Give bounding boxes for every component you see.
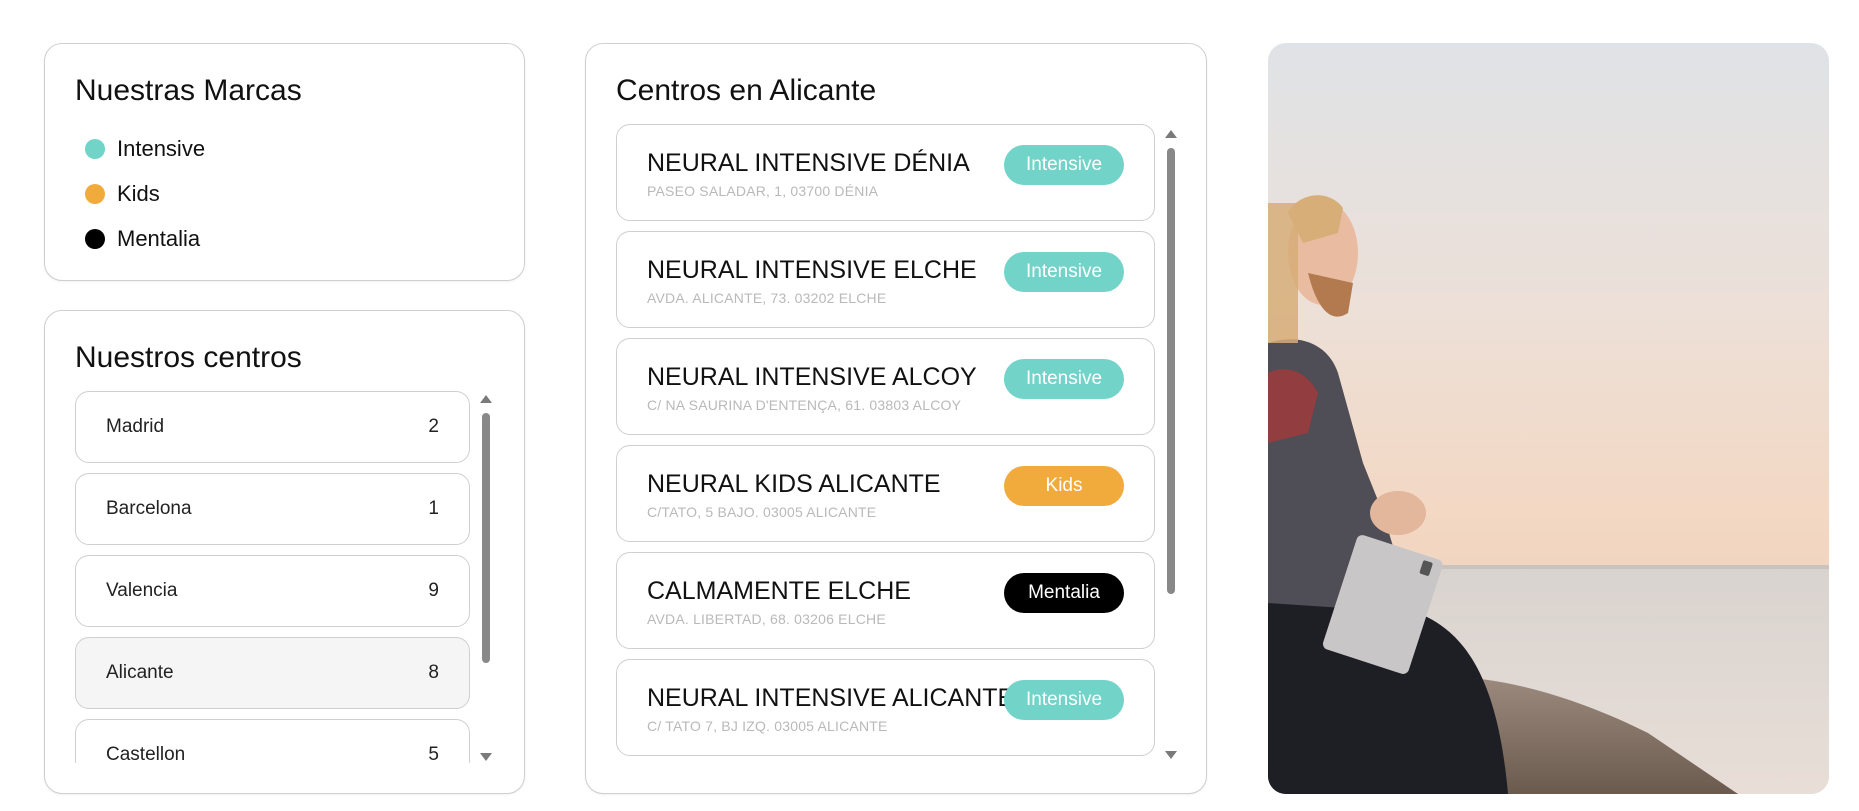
city-count: 8: [428, 662, 439, 683]
alicante-centers-card: Centros en Alicante NEURAL INTENSIVE DÉN…: [585, 43, 1207, 794]
center-address: PASEO SALADAR, 1, 03700 DÉNIA: [647, 183, 879, 199]
brand-badge: Intensive: [1004, 252, 1124, 292]
center-address: C/TATO, 5 BAJO. 03005 ALICANTE: [647, 504, 877, 520]
city-list-scrollbar[interactable]: [479, 395, 493, 761]
brand-badge: Intensive: [1004, 359, 1124, 399]
city-name: Valencia: [106, 580, 178, 601]
center-name: NEURAL KIDS ALICANTE: [647, 470, 941, 498]
center-name: CALMAMENTE ELCHE: [647, 577, 911, 605]
center-name: NEURAL INTENSIVE ALICANTE: [647, 684, 1015, 712]
center-name: NEURAL INTENSIVE DÉNIA: [647, 149, 970, 177]
brand-item-kids: Kids: [85, 171, 205, 216]
scroll-down-arrow-icon[interactable]: [1165, 751, 1177, 759]
hero-photo: [1268, 43, 1829, 794]
mentalia-dot-icon: [85, 228, 105, 249]
city-count: 9: [428, 580, 439, 601]
center-address: C/ NA SAURINA D'ENTENÇA, 61. 03803 ALCOY: [647, 397, 962, 413]
brand-label: Intensive: [117, 135, 206, 161]
scroll-up-arrow-icon[interactable]: [1165, 130, 1177, 138]
center-row[interactable]: NEURAL INTENSIVE ELCHE AVDA. ALICANTE, 7…: [616, 231, 1155, 328]
city-name: Castellon: [106, 744, 186, 763]
city-name: Alicante: [106, 662, 174, 683]
brands-title: Nuestras Marcas: [75, 74, 302, 107]
center-row[interactable]: CALMAMENTE ELCHE AVDA. LIBERTAD, 68. 032…: [616, 552, 1155, 649]
scroll-thumb[interactable]: [1167, 148, 1175, 594]
center-list-scrollbar[interactable]: [1164, 130, 1178, 759]
brand-label: Mentalia: [117, 225, 201, 251]
scroll-down-arrow-icon[interactable]: [480, 753, 492, 761]
brand-legend: Intensive Kids Mentalia: [85, 126, 205, 261]
centros-title: Nuestros centros: [75, 341, 302, 374]
intensive-dot-icon: [85, 138, 105, 159]
center-row[interactable]: NEURAL INTENSIVE ALICANTE C/ TATO 7, BJ …: [616, 659, 1155, 756]
city-row-castellon[interactable]: Castellon 5: [75, 719, 470, 763]
center-address: AVDA. ALICANTE, 73. 03202 ELCHE: [647, 290, 887, 306]
center-name: NEURAL INTENSIVE ELCHE: [647, 256, 977, 284]
brand-label: Kids: [117, 180, 160, 206]
city-list: Madrid 2 Barcelona 1 Valencia 9 Alicante…: [75, 391, 470, 763]
city-count: 1: [428, 498, 439, 519]
brand-badge: Intensive: [1004, 680, 1124, 720]
brand-item-mentalia: Mentalia: [85, 216, 205, 261]
city-row-madrid[interactable]: Madrid 2: [75, 391, 470, 463]
center-row[interactable]: NEURAL KIDS ALICANTE C/TATO, 5 BAJO. 030…: [616, 445, 1155, 542]
city-name: Madrid: [106, 416, 165, 437]
brand-badge: Mentalia: [1004, 573, 1124, 613]
city-row-alicante[interactable]: Alicante 8: [75, 637, 470, 709]
brand-badge: Intensive: [1004, 145, 1124, 185]
alicante-title: Centros en Alicante: [616, 74, 877, 107]
city-name: Barcelona: [106, 498, 192, 519]
brand-item-intensive: Intensive: [85, 126, 205, 171]
man-by-sea-image: [1268, 43, 1829, 794]
city-count: 2: [428, 416, 439, 437]
centros-card: Nuestros centros Madrid 2 Barcelona 1 Va…: [44, 310, 525, 794]
scroll-up-arrow-icon[interactable]: [480, 395, 492, 403]
center-address: AVDA. LIBERTAD, 68. 03206 ELCHE: [647, 611, 886, 627]
city-count: 5: [428, 744, 439, 763]
brands-card: Nuestras Marcas Intensive Kids Mentalia: [44, 43, 525, 281]
center-list: NEURAL INTENSIVE DÉNIA PASEO SALADAR, 1,…: [616, 124, 1155, 759]
kids-dot-icon: [85, 183, 105, 204]
center-address: C/ TATO 7, BJ IZQ. 03005 ALICANTE: [647, 718, 888, 734]
scroll-thumb[interactable]: [482, 413, 490, 663]
city-row-barcelona[interactable]: Barcelona 1: [75, 473, 470, 545]
center-row[interactable]: NEURAL INTENSIVE ALCOY C/ NA SAURINA D'E…: [616, 338, 1155, 435]
city-row-valencia[interactable]: Valencia 9: [75, 555, 470, 627]
brand-badge: Kids: [1004, 466, 1124, 506]
center-row[interactable]: NEURAL INTENSIVE DÉNIA PASEO SALADAR, 1,…: [616, 124, 1155, 221]
center-name: NEURAL INTENSIVE ALCOY: [647, 363, 977, 391]
